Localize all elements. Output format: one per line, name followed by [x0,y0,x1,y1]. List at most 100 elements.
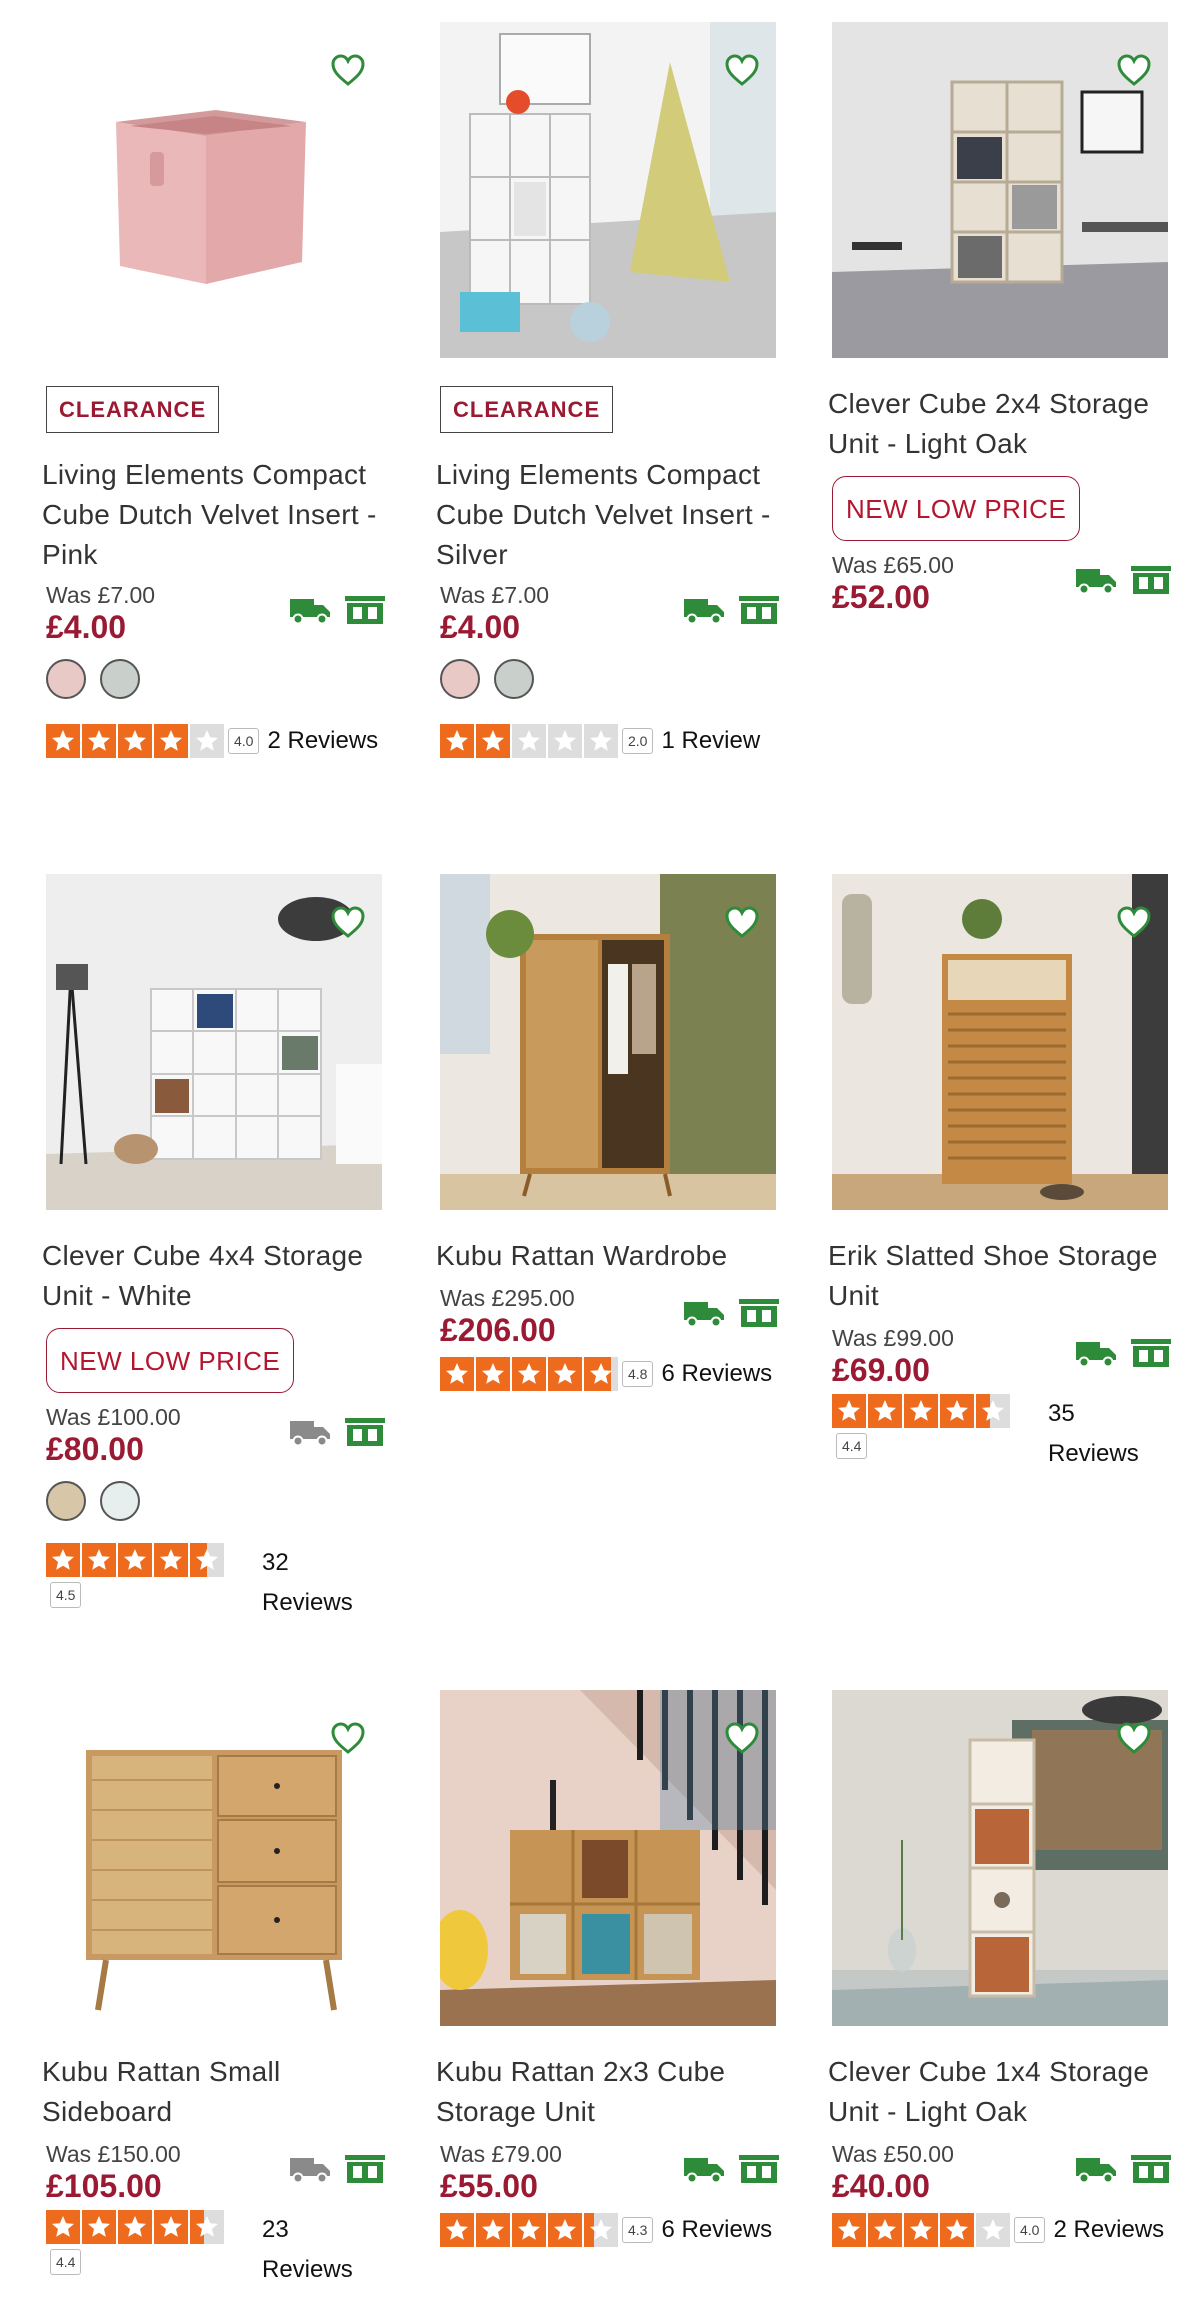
star-icon [548,1357,582,1391]
star-icon [154,1543,188,1577]
star-icon [476,2213,510,2247]
star-icon [584,1357,618,1391]
review-count[interactable]: 35 Reviews [1048,1394,1168,1474]
star-icon [118,1543,152,1577]
wishlist-heart-icon[interactable] [724,52,760,88]
rating[interactable]: 4.0 2 Reviews [832,2210,1172,2250]
price-block: Was £100.00 £80.00 [42,1401,386,1471]
truck-green-icon [684,1302,724,1328]
product-title[interactable]: Erik Slatted Shoe Storage Unit [828,1236,1172,1316]
review-count[interactable]: 2 Reviews [267,721,378,761]
star-rating [46,2210,224,2244]
star-icon [190,724,224,758]
fulfilment-icons [1074,565,1172,595]
fulfilment-icons [1074,1338,1172,1368]
truck-green-icon [684,2158,724,2184]
review-count[interactable]: 23 Reviews [262,2210,382,2290]
wishlist-heart-icon[interactable] [1116,904,1152,940]
review-count[interactable]: 32 Reviews [262,1543,382,1623]
truck-green-icon [1076,569,1116,595]
star-icon [154,724,188,758]
review-count[interactable]: 6 Reviews [661,2210,772,2250]
product-title[interactable]: Kubu Rattan Small Sideboard [42,2052,386,2132]
rating-score: 4.8 [622,1361,654,1387]
current-price: £105.00 [46,2168,162,2204]
current-price: £69.00 [832,1352,930,1388]
new-low-price-badge: NEW LOW PRICE [46,1328,295,1393]
rating[interactable]: 2.0 1 Review [440,721,780,761]
price-block: Was £79.00 £55.00 [436,2138,780,2208]
wishlist-heart-icon[interactable] [330,1720,366,1756]
fulfilment-icons [1074,2154,1172,2184]
star-icon [118,724,152,758]
review-count[interactable]: 6 Reviews [661,1354,772,1394]
star-icon [832,2213,866,2247]
colour-swatch-silver[interactable] [494,659,534,699]
click-collect-store-icon [739,596,779,624]
product-title[interactable]: Clever Cube 1x4 Storage Unit - Light Oak [828,2052,1172,2132]
price-block: Was £7.00 £4.00 [436,579,780,649]
colour-swatch-pink[interactable] [46,659,86,699]
click-collect-store-icon [345,1418,385,1446]
fulfilment-icons [682,2154,780,2184]
price-block: Was £50.00 £40.00 [828,2138,1172,2208]
star-icon [476,724,510,758]
product-title[interactable]: Living Elements Compact Cube Dutch Velve… [436,455,780,575]
wishlist-heart-icon[interactable] [724,904,760,940]
click-collect-store-icon [1131,566,1171,594]
colour-swatches [46,1481,386,1521]
colour-swatch-white[interactable] [100,1481,140,1521]
truck-green-icon [684,599,724,625]
product-title[interactable]: Kubu Rattan Wardrobe [436,1236,780,1276]
star-icon [82,1543,116,1577]
star-icon [46,2210,80,2244]
rating[interactable]: 4.3 6 Reviews [440,2210,780,2250]
clearance-badge: CLEARANCE [440,386,614,433]
star-icon [476,1357,510,1391]
rating[interactable]: 4.5 32 Reviews [42,1543,386,1616]
star-rating [832,1394,1010,1428]
truck-grey-icon [290,2158,330,2184]
colour-swatch-oak[interactable] [46,1481,86,1521]
click-collect-store-icon [345,2155,385,2183]
current-price: £40.00 [832,2168,930,2204]
review-count[interactable]: 2 Reviews [1053,2210,1164,2250]
current-price: £4.00 [440,609,521,645]
new-low-price-badge: NEW LOW PRICE [832,476,1081,541]
clearance-badge: CLEARANCE [46,386,220,433]
star-icon [976,1394,1010,1428]
review-count[interactable]: 1 Review [661,721,760,761]
was-price: Was £7.00 [46,582,156,608]
truck-green-icon [290,599,330,625]
wishlist-heart-icon[interactable] [1116,52,1152,88]
rating[interactable]: 4.8 6 Reviews [440,1354,780,1394]
star-icon [512,2213,546,2247]
product-title[interactable]: Living Elements Compact Cube Dutch Velve… [42,455,386,575]
rating[interactable]: 4.0 2 Reviews [46,721,386,761]
star-rating [832,2213,1010,2247]
star-rating [46,724,224,758]
star-icon [868,2213,902,2247]
rating[interactable]: 4.4 23 Reviews [42,2210,386,2283]
wishlist-heart-icon[interactable] [330,52,366,88]
price-block: Was £7.00 £4.00 [42,579,386,649]
wishlist-heart-icon[interactable] [330,904,366,940]
star-icon [118,2210,152,2244]
star-rating [440,1357,618,1391]
was-price: Was £65.00 [832,552,954,578]
rating-score: 4.4 [836,1433,868,1459]
product-title[interactable]: Clever Cube 4x4 Storage Unit - White [42,1236,386,1316]
star-icon [548,724,582,758]
wishlist-heart-icon[interactable] [724,1720,760,1756]
colour-swatch-pink[interactable] [440,659,480,699]
star-icon [440,724,474,758]
product-title[interactable]: Clever Cube 2x4 Storage Unit - Light Oak [828,384,1172,464]
product-title[interactable]: Kubu Rattan 2x3 Cube Storage Unit [436,2052,780,2132]
colour-swatch-silver[interactable] [100,659,140,699]
fulfilment-icons [682,1298,780,1328]
star-icon [82,2210,116,2244]
wishlist-heart-icon[interactable] [1116,1720,1152,1756]
rating[interactable]: 4.4 35 Reviews [828,1394,1172,1467]
current-price: £80.00 [46,1431,144,1467]
colour-swatches [440,659,780,699]
